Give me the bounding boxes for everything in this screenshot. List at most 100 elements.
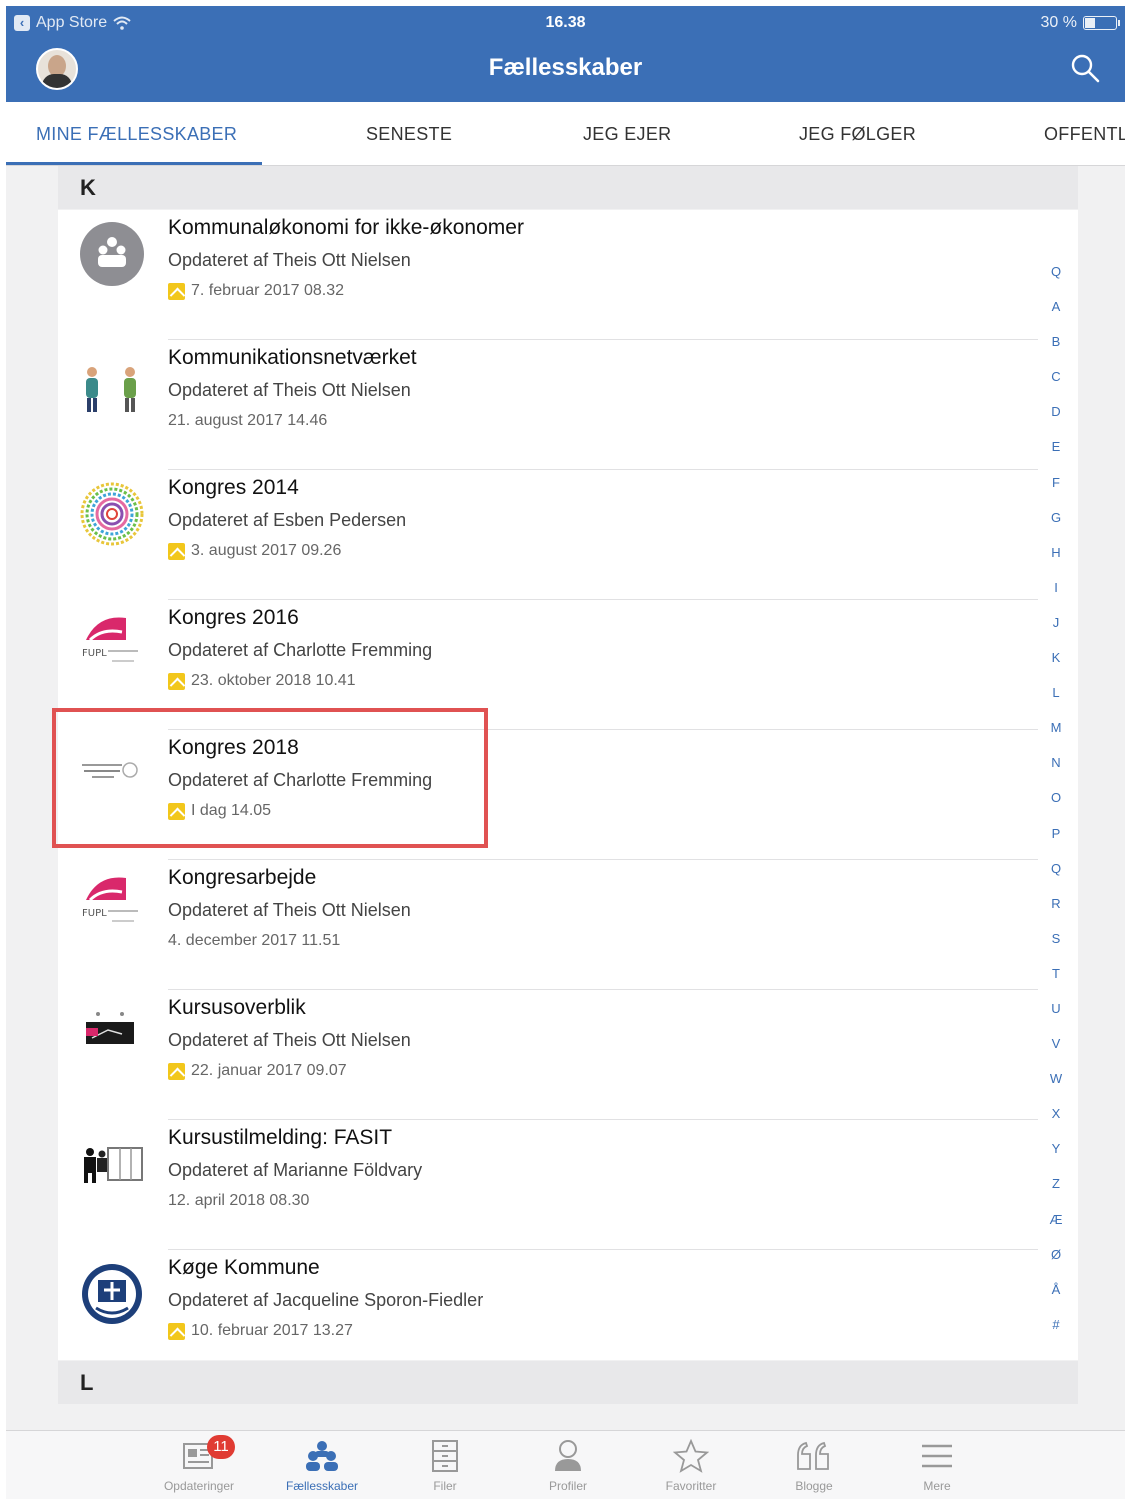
date-text: 21. august 2017 14.46 bbox=[168, 412, 328, 429]
list-item[interactable]: Kursustilmelding: FASIT Opdateret af Mar… bbox=[58, 1120, 1078, 1250]
tab-faellesskaber[interactable]: Fællesskaber bbox=[272, 1435, 372, 1493]
community-name: Kommunikationsnetværket bbox=[168, 346, 417, 369]
section-letter: K bbox=[80, 175, 96, 200]
community-name: Kongres 2014 bbox=[168, 476, 299, 499]
index-letter[interactable]: M bbox=[1042, 720, 1070, 755]
index-letter[interactable]: H bbox=[1042, 545, 1070, 580]
index-letter[interactable]: Ø bbox=[1042, 1247, 1070, 1282]
fupl-logo-icon: FUPL bbox=[82, 617, 142, 662]
tab-label: Blogge bbox=[795, 1479, 833, 1493]
index-letter[interactable]: # bbox=[1042, 1317, 1070, 1352]
battery-percent: 30 % bbox=[1040, 14, 1077, 31]
svg-text:FUPL: FUPL bbox=[82, 648, 107, 659]
tab-offentlige[interactable]: OFFENTL bbox=[1044, 124, 1125, 145]
tab-label: Fællesskaber bbox=[285, 1479, 359, 1493]
tab-profiler[interactable]: Profiler bbox=[518, 1435, 618, 1493]
tab-label: Mere bbox=[923, 1479, 951, 1493]
updated-by: Opdateret af Theis Ott Nielsen bbox=[168, 1030, 411, 1050]
index-letter[interactable]: Z bbox=[1042, 1176, 1070, 1211]
star-icon bbox=[673, 1439, 709, 1473]
people-figures-icon bbox=[86, 367, 136, 412]
updated-by: Opdateret af Jacqueline Sporon-Fiedler bbox=[168, 1290, 484, 1310]
status-bar: ‹ App Store 16.38 30 % bbox=[6, 6, 1125, 40]
list-item[interactable]: FUPL Kongresarbejde Opdateret af Theis O… bbox=[58, 860, 1078, 990]
update-date: 10. februar 2017 13.27 bbox=[168, 1322, 353, 1340]
list-item[interactable]: Kommunikationsnetværket Opdateret af The… bbox=[58, 340, 1078, 470]
search-icon[interactable] bbox=[1069, 52, 1101, 84]
index-letter[interactable]: Æ bbox=[1042, 1212, 1070, 1247]
index-letter[interactable]: C bbox=[1042, 369, 1070, 404]
updated-by: Opdateret af Theis Ott Nielsen bbox=[168, 380, 411, 400]
tab-opdateringer[interactable]: 11 Opdateringer bbox=[149, 1435, 249, 1493]
status-time: 16.38 bbox=[545, 14, 586, 31]
index-letter[interactable]: U bbox=[1042, 1001, 1070, 1036]
tab-filer[interactable]: Filer bbox=[395, 1435, 495, 1493]
tab-label: Profiler bbox=[548, 1479, 587, 1493]
tab-blogge[interactable]: Blogge bbox=[764, 1435, 864, 1493]
menu-icon bbox=[922, 1444, 952, 1468]
update-date: 3. august 2017 09.26 bbox=[168, 542, 341, 560]
concentric-circles-icon bbox=[80, 482, 144, 546]
index-letter[interactable]: T bbox=[1042, 966, 1070, 1001]
update-date: 23. oktober 2018 10.41 bbox=[168, 672, 356, 690]
list-item[interactable]: Kursusoverblik Opdateret af Theis Ott Ni… bbox=[58, 990, 1078, 1120]
community-name: Køge Kommune bbox=[168, 1256, 320, 1279]
index-letter[interactable]: I bbox=[1042, 580, 1070, 615]
index-letter[interactable]: B bbox=[1042, 334, 1070, 369]
koge-crest-icon bbox=[82, 1264, 142, 1324]
updated-by: Opdateret af Marianne Földvary bbox=[168, 1160, 423, 1180]
index-letter[interactable]: W bbox=[1042, 1071, 1070, 1106]
index-letter[interactable]: F bbox=[1042, 475, 1070, 510]
tab-jeg-folger[interactable]: JEG FØLGER bbox=[799, 124, 916, 145]
alphabet-index[interactable]: Q A B C D E F G H I J K L M N O P Q R S … bbox=[1042, 264, 1070, 1352]
index-letter[interactable]: V bbox=[1042, 1036, 1070, 1071]
updated-by: Opdateret af Esben Pedersen bbox=[168, 510, 407, 530]
index-search[interactable]: Q bbox=[1042, 264, 1070, 299]
index-letter[interactable]: S bbox=[1042, 931, 1070, 966]
classroom-icon bbox=[84, 1147, 143, 1183]
index-letter[interactable]: Y bbox=[1042, 1141, 1070, 1176]
tab-favoritter[interactable]: Favoritter bbox=[641, 1435, 741, 1493]
tab-bar-top: MINE FÆLLESSKABER SENESTE JEG EJER JEG F… bbox=[6, 102, 1125, 166]
index-letter[interactable]: L bbox=[1042, 685, 1070, 720]
blackboard-icon bbox=[86, 1012, 134, 1044]
tab-mere[interactable]: Mere bbox=[887, 1435, 987, 1493]
community-name: Kommunaløkonomi for ikke-økonomer bbox=[168, 216, 524, 239]
index-letter[interactable]: Å bbox=[1042, 1282, 1070, 1317]
index-letter[interactable]: O bbox=[1042, 790, 1070, 825]
index-letter[interactable]: P bbox=[1042, 826, 1070, 861]
tab-jeg-ejer[interactable]: JEG EJER bbox=[583, 124, 671, 145]
index-letter[interactable]: K bbox=[1042, 650, 1070, 685]
tab-seneste[interactable]: SENESTE bbox=[366, 124, 452, 145]
tab-mine-faellesskaber[interactable]: MINE FÆLLESSKABER bbox=[36, 124, 237, 145]
group-placeholder-icon bbox=[80, 222, 144, 286]
flag-icon bbox=[168, 672, 185, 690]
list-item[interactable]: Kongres 2014 Opdateret af Esben Pedersen… bbox=[58, 470, 1078, 600]
date-text: 3. august 2017 09.26 bbox=[191, 542, 342, 559]
bottom-tab-bar: 11 Opdateringer Fællesskaber Filer Profi… bbox=[6, 1430, 1125, 1499]
index-letter[interactable]: D bbox=[1042, 404, 1070, 439]
index-letter[interactable]: X bbox=[1042, 1106, 1070, 1141]
groups-icon bbox=[306, 1441, 338, 1471]
date-text: 10. februar 2017 13.27 bbox=[191, 1322, 353, 1339]
community-name: Kongres 2016 bbox=[168, 606, 299, 629]
updated-by: Opdateret af Charlotte Fremming bbox=[168, 640, 433, 660]
index-letter[interactable]: J bbox=[1042, 615, 1070, 650]
fupl-logo-icon: FUPL bbox=[82, 877, 142, 922]
community-name: Kursustilmelding: FASIT bbox=[168, 1126, 393, 1149]
svg-text:FUPL: FUPL bbox=[82, 908, 107, 919]
index-letter[interactable]: R bbox=[1042, 896, 1070, 931]
update-date: 7. februar 2017 08.32 bbox=[168, 282, 344, 300]
tab-label: Favoritter bbox=[665, 1479, 717, 1493]
section-header-k: K bbox=[58, 166, 1078, 209]
index-letter[interactable]: N bbox=[1042, 755, 1070, 790]
index-letter[interactable]: Q bbox=[1042, 861, 1070, 896]
highlight-box bbox=[52, 708, 488, 848]
list-item[interactable]: Kommunaløkonomi for ikke-økonomer Opdate… bbox=[58, 210, 1078, 340]
section-header-l: L bbox=[58, 1361, 1078, 1404]
index-letter[interactable]: G bbox=[1042, 510, 1070, 545]
files-icon bbox=[432, 1440, 458, 1472]
index-letter[interactable]: A bbox=[1042, 299, 1070, 334]
community-name: Kursusoverblik bbox=[168, 996, 306, 1019]
index-letter[interactable]: E bbox=[1042, 439, 1070, 474]
